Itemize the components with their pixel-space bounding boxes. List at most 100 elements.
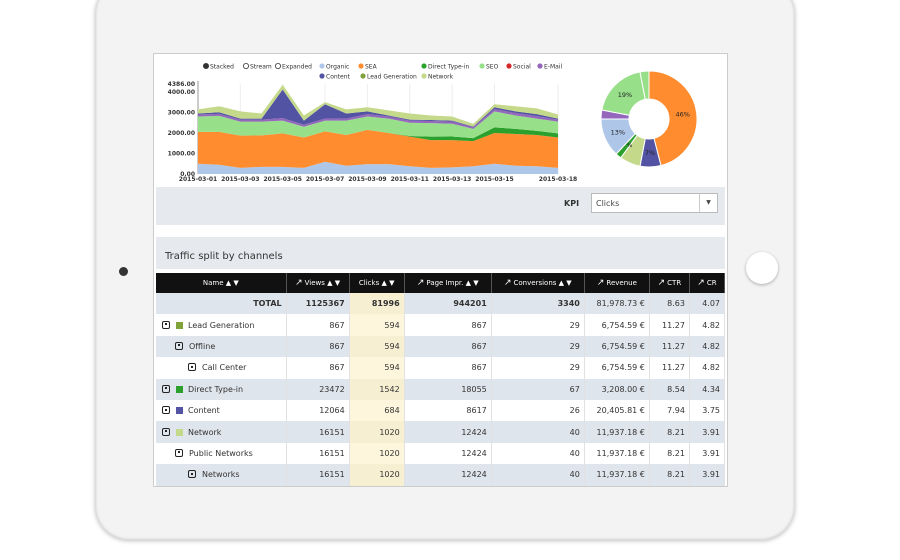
y-tick-label: 4000.00 bbox=[168, 89, 195, 96]
cell-ctr: 11.27 bbox=[649, 357, 690, 379]
column-header-0[interactable]: Name ▲ ▼ bbox=[156, 273, 287, 293]
external-link-icon[interactable]: ↗ bbox=[658, 278, 666, 288]
expand-toggle-icon[interactable] bbox=[162, 427, 170, 436]
external-link-icon[interactable]: ↗ bbox=[417, 278, 425, 288]
cell-revenue: 11,937.18 € bbox=[584, 464, 650, 486]
expand-toggle-icon[interactable] bbox=[188, 363, 196, 372]
table-row[interactable]: Direct Type-in 23472 1542 18055 67 3,208.00 €… bbox=[156, 378, 726, 400]
cell-clicks: 1020 bbox=[349, 421, 405, 443]
cell-views: 23472 bbox=[286, 378, 350, 400]
cell-cr: 3.91 bbox=[689, 464, 726, 486]
total-row[interactable]: TOTAL 1125367 81996 944201 3340 81,978.73 €8.… bbox=[156, 293, 726, 315]
expand-toggle-icon[interactable] bbox=[162, 320, 170, 329]
cell-clicks: 594 bbox=[349, 357, 405, 379]
legend-item-sea[interactable]: SEA bbox=[358, 63, 378, 71]
cell-revenue: 11,937.18 € bbox=[584, 421, 650, 443]
x-tick-label: 2015-03-13 bbox=[433, 176, 471, 183]
expand-toggle-icon[interactable] bbox=[162, 406, 170, 415]
legend-item-direct-type-in[interactable]: Direct Type-in bbox=[421, 63, 469, 71]
legend-item-stacked[interactable]: Stacked bbox=[203, 62, 234, 71]
legend-item-content[interactable]: Content bbox=[319, 73, 351, 81]
external-link-icon[interactable]: ↗ bbox=[504, 278, 512, 288]
cell-cr: 3.91 bbox=[689, 442, 726, 465]
header-label: Clicks ▲ ▼ bbox=[358, 279, 395, 287]
cell-revenue: 3,208.00 € bbox=[584, 378, 650, 400]
table-row[interactable]: Network 16151 1020 12424 40 11,937.18 €8.21 3.… bbox=[156, 421, 726, 443]
column-header-7[interactable]: ↗ CR bbox=[689, 273, 726, 293]
column-header-6[interactable]: ↗ CTR bbox=[649, 273, 690, 293]
expand-toggle-icon[interactable] bbox=[188, 470, 196, 479]
external-link-icon[interactable]: ↗ bbox=[597, 278, 605, 288]
svg-text:SEA: SEA bbox=[365, 64, 378, 71]
row-name: Direct Type-in bbox=[188, 384, 244, 394]
legend-item-seo[interactable]: SEO bbox=[479, 63, 499, 71]
expand-toggle-icon[interactable] bbox=[162, 384, 170, 393]
table-row[interactable]: Public Networks 16151 1020 12424 40 11,937.18… bbox=[156, 442, 726, 465]
pie-label: 19% bbox=[618, 91, 632, 99]
channel-color-swatch bbox=[176, 407, 183, 415]
table-row[interactable]: Content 12064 684 8617 26 20,405.81 €7.94 3.75 bbox=[156, 399, 726, 422]
cell-page-impr: 8617 bbox=[404, 399, 492, 422]
legend-item-organic[interactable]: Organic bbox=[319, 63, 349, 71]
column-header-2[interactable]: Clicks ▲ ▼ bbox=[349, 273, 405, 293]
svg-text:Expanded: Expanded bbox=[282, 64, 312, 71]
column-header-5[interactable]: ↗ Revenue bbox=[584, 273, 650, 293]
row-name: Lead Generation bbox=[188, 320, 255, 330]
svg-text:Organic: Organic bbox=[326, 64, 349, 71]
pie-label: 46% bbox=[676, 111, 690, 119]
x-tick-label: 2015-03-15 bbox=[475, 176, 513, 183]
expand-toggle-icon[interactable] bbox=[175, 341, 183, 350]
cell-views: 867 bbox=[286, 314, 350, 336]
svg-text:Content: Content bbox=[326, 74, 351, 81]
cell-conversions: 40 bbox=[491, 464, 585, 486]
cell-ctr: 8.21 bbox=[649, 464, 690, 486]
table-row[interactable]: Offline 867 594 867 29 6,754.59 €11.27 4.82 bbox=[156, 335, 726, 358]
legend-item-social[interactable]: Social bbox=[506, 63, 531, 71]
cell-views: 16151 bbox=[286, 464, 350, 486]
cell-cr: 4.34 bbox=[689, 378, 726, 400]
table-row[interactable]: Call Center 867 594 867 29 6,754.59 €11.27 4.8… bbox=[156, 357, 726, 379]
svg-text:Stacked: Stacked bbox=[210, 64, 234, 71]
cell-page-impr: 12424 bbox=[404, 464, 492, 486]
column-header-4[interactable]: ↗ Conversions ▲ ▼ bbox=[491, 273, 585, 293]
svg-text:Direct Type-in: Direct Type-in bbox=[428, 64, 469, 71]
column-header-3[interactable]: ↗ Page Impr. ▲ ▼ bbox=[404, 273, 492, 293]
caret-down-icon: ▼ bbox=[699, 194, 717, 212]
cell-views: 867 bbox=[286, 357, 350, 379]
cell-page-impr: 18055 bbox=[404, 378, 492, 400]
y-tick-label: 1000.00 bbox=[168, 150, 195, 157]
legend-item-expanded[interactable]: Expanded bbox=[275, 62, 312, 71]
cell-revenue: 6,754.59 € bbox=[584, 335, 650, 358]
header-label: CR bbox=[706, 279, 717, 287]
row-name: Content bbox=[188, 406, 220, 416]
table-row[interactable]: Networks 16151 1020 12424 40 11,937.18 €8.21 3… bbox=[156, 464, 726, 486]
legend-item-stream[interactable]: Stream bbox=[243, 62, 272, 71]
expand-toggle-icon[interactable] bbox=[175, 448, 183, 457]
cell-ctr: 8.54 bbox=[649, 378, 690, 400]
y-tick-label: 3000.00 bbox=[168, 109, 195, 116]
kpi-select[interactable]: Clicks ▼ bbox=[591, 193, 718, 213]
kpi-bar: KPI Clicks ▼ bbox=[156, 187, 725, 225]
row-name: TOTAL bbox=[253, 299, 282, 309]
channel-color-swatch bbox=[176, 385, 183, 393]
legend-item-e-mail[interactable]: E-Mail bbox=[537, 63, 562, 71]
cell-cr: 4.07 bbox=[689, 293, 726, 315]
external-link-icon[interactable]: ↗ bbox=[697, 278, 705, 288]
cell-page-impr: 867 bbox=[404, 335, 492, 358]
cell-revenue: 11,937.18 € bbox=[584, 442, 650, 465]
cell-revenue: 6,754.59 € bbox=[584, 314, 650, 336]
area-sea[interactable] bbox=[198, 129, 558, 168]
legend-item-network[interactable]: Network bbox=[421, 73, 454, 81]
cell-revenue: 20,405.81 € bbox=[584, 399, 650, 422]
home-button[interactable] bbox=[746, 252, 778, 284]
external-link-icon[interactable]: ↗ bbox=[295, 278, 303, 288]
cell-cr: 4.82 bbox=[689, 335, 726, 358]
table-row[interactable]: Lead Generation 867 594 867 29 6,754.59 €11.2… bbox=[156, 314, 726, 336]
cell-cr: 4.82 bbox=[689, 357, 726, 379]
legend-item-lead-generation[interactable]: Lead Generation bbox=[360, 73, 417, 81]
column-header-1[interactable]: ↗ Views ▲ ▼ bbox=[286, 273, 350, 293]
cell-page-impr: 867 bbox=[404, 357, 492, 379]
y-tick-label: 2000.00 bbox=[168, 130, 195, 137]
cell-clicks: 594 bbox=[349, 314, 405, 336]
header-label: Revenue bbox=[606, 279, 637, 287]
